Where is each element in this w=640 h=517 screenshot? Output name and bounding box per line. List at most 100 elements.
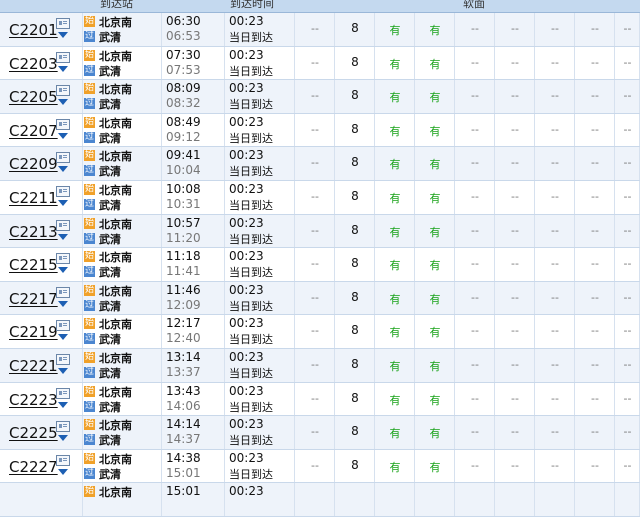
travel-duration: 00:23 [229,215,264,230]
expand-dropdown-icon[interactable] [58,401,68,408]
table-cell [615,483,640,516]
seat-hard-seat: -- [591,290,599,304]
train-number-link[interactable]: C2215 [9,256,58,274]
expand-dropdown-icon[interactable] [58,132,68,139]
train-info-card-icon[interactable] [56,85,70,97]
expand-dropdown-icon[interactable] [58,166,68,173]
pass-station-badge: 过 [84,198,95,210]
table-row: C2217 始北京南过武清 11:46 12:09 00:23 当日到达 -- 8 有 有 -- --… [0,281,640,316]
seat-hard-seat: -- [591,156,599,170]
table-row: C2209 始北京南过武清 09:41 10:04 00:23 当日到达 -- 8 有 有 -- --… [0,147,640,181]
seat-soft-seat: -- [551,156,559,170]
seat-second-class: 有 [389,24,401,37]
train-number-link[interactable]: C2225 [9,424,58,442]
departure-station: 北京南 [99,486,132,500]
seat-first-class: 8 [351,121,359,136]
train-info-card-icon[interactable] [56,152,70,164]
seat-hard-seat: -- [591,391,599,405]
seat-second-class: 有 [389,326,401,340]
start-station-badge: 始 [84,217,95,229]
train-number-link[interactable]: C2213 [9,223,58,241]
train-info-card-icon[interactable] [56,253,70,265]
expand-dropdown-icon[interactable] [58,32,68,38]
arrival-day: 当日到达 [229,31,273,44]
table-cell [495,483,535,516]
train-info-card-icon[interactable] [56,353,70,365]
seat-hard-sleeper: -- [511,290,519,304]
train-info-card-icon[interactable] [56,51,70,63]
train-info-card-icon[interactable] [56,118,70,130]
departure-station: 北京南 [99,452,132,466]
seat-soft-sleeper: -- [471,22,479,35]
train-number-link[interactable]: C2203 [9,55,58,73]
seat-soft-seat: -- [551,324,559,338]
table-cell [0,483,83,516]
departure-time: 09:41 [166,148,201,163]
departure-station: 北京南 [99,217,132,231]
seat-standard: 有 [429,124,441,138]
seat-business: -- [311,156,319,170]
seat-hard-sleeper: -- [511,357,519,371]
travel-duration: 00:23 [229,114,264,129]
train-info-card-icon[interactable] [56,454,70,466]
train-number-link[interactable]: C2209 [9,155,58,173]
start-station-badge: 始 [84,318,95,330]
arrival-time: 11:20 [166,230,201,245]
train-number-link[interactable]: C2211 [9,189,58,207]
train-number-link[interactable]: C2219 [9,323,58,341]
start-station-badge: 始 [84,150,95,162]
seat-business: -- [311,324,319,338]
departure-station: 北京南 [99,150,132,164]
seat-second-class: 有 [389,57,401,71]
seat-soft-seat: -- [551,189,559,203]
start-station-badge: 始 [84,486,95,498]
arrival-station: 武清 [99,64,121,78]
train-info-card-icon[interactable] [56,421,70,433]
seat-business: -- [311,425,319,439]
pass-station-badge: 过 [84,31,95,42]
train-number-link[interactable]: C2223 [9,391,58,409]
train-info-card-icon[interactable] [56,387,70,399]
expand-dropdown-icon[interactable] [58,65,68,72]
train-info-card-icon[interactable] [56,320,70,332]
expand-dropdown-icon[interactable] [58,334,68,341]
seat-standard: 有 [429,24,441,37]
departure-station: 北京南 [99,116,132,130]
seat-soft-sleeper: -- [471,122,479,136]
arrival-station: 武清 [99,299,121,313]
table-row: C2219 始北京南过武清 12:17 12:40 00:23 当日到达 -- 8 有 有 -- --… [0,315,640,349]
travel-duration: 00:23 [229,181,264,196]
expand-dropdown-icon[interactable] [58,367,68,374]
seat-standard: 有 [429,393,441,407]
seat-hard-seat: -- [591,357,599,371]
train-info-card-icon[interactable] [56,185,70,197]
table-row: C2225 始北京南过武清 14:14 14:37 00:23 当日到达 -- 8 有 有 -- --… [0,416,640,450]
expand-dropdown-icon[interactable] [58,99,68,106]
table-row: C2215 始北京南过武清 11:18 11:41 00:23 当日到达 -- 8 有 有 -- --… [0,248,640,282]
train-info-card-icon[interactable] [56,219,70,231]
start-station-badge: 始 [84,49,95,61]
expand-dropdown-icon[interactable] [58,435,68,442]
expand-dropdown-icon[interactable] [58,233,68,240]
travel-duration: 00:23 [229,450,264,465]
expand-dropdown-icon[interactable] [58,267,68,274]
expand-dropdown-icon[interactable] [58,468,68,475]
seat-hard-seat: -- [591,89,599,103]
expand-dropdown-icon[interactable] [58,199,68,206]
seat-business: -- [311,223,319,237]
start-station-badge: 始 [84,385,95,397]
train-number-link[interactable]: C2205 [9,88,58,106]
train-number-link[interactable]: C2221 [9,357,58,375]
arrival-time: 06:53 [166,29,201,43]
train-number-link[interactable]: C2217 [9,290,58,308]
expand-dropdown-icon[interactable] [58,300,68,307]
train-info-card-icon[interactable] [56,18,70,29]
seat-hard-seat: -- [591,122,599,136]
table-row: 始北京南 15:01 00:23 [0,483,640,517]
train-number-link[interactable]: C2207 [9,122,58,140]
train-number-link[interactable]: C2227 [9,458,58,476]
train-info-card-icon[interactable] [56,286,70,298]
train-number-link[interactable]: C2201 [9,21,58,39]
arrival-day: 当日到达 [229,64,273,78]
pass-station-badge: 过 [84,64,95,76]
